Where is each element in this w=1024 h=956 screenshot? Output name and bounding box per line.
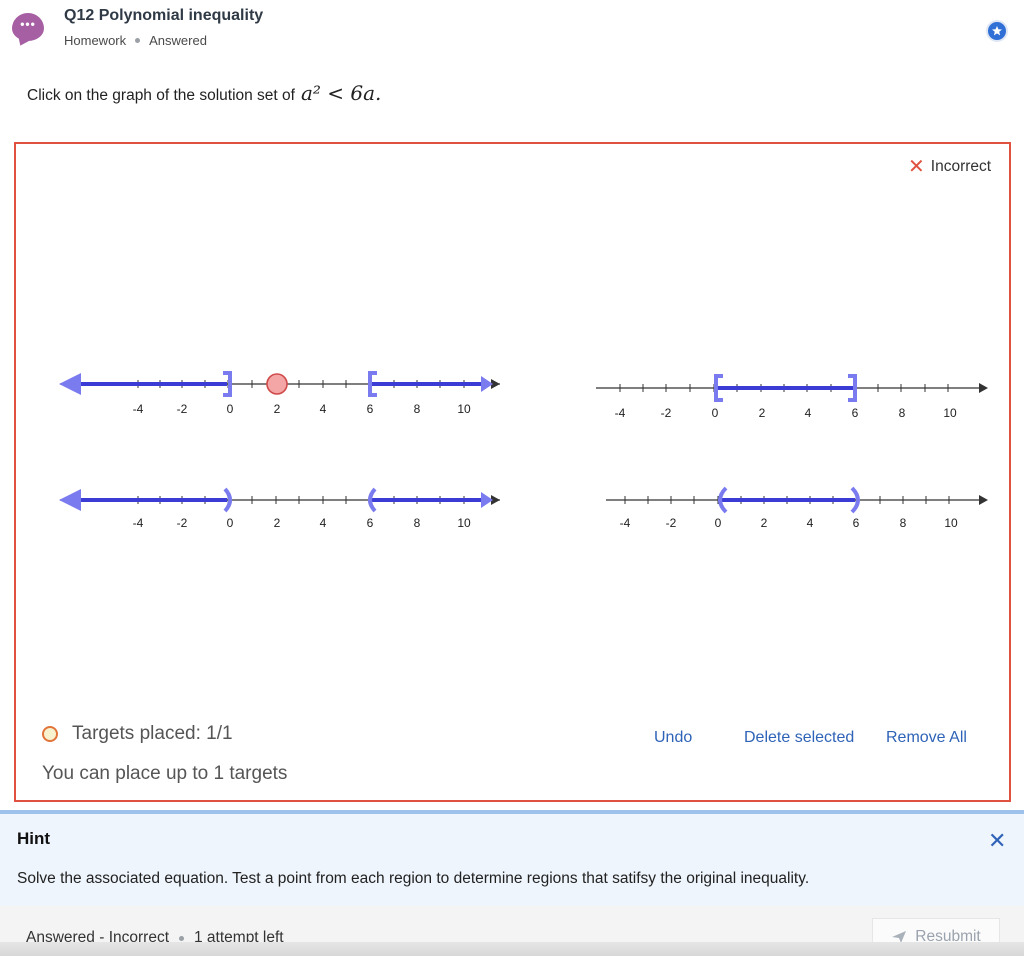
tick-label: -4 <box>619 516 631 530</box>
tick-label: 0 <box>226 516 234 530</box>
incorrect-status: ✕ Incorrect <box>908 156 992 178</box>
tick-label: 8 <box>413 516 421 530</box>
graph-option-a[interactable]: -4 -2 0 2 4 6 8 10 <box>55 365 505 425</box>
tick-label: 8 <box>898 406 906 420</box>
tick-label: 2 <box>758 406 766 420</box>
tick-label: 4 <box>319 516 327 530</box>
placed-target-marker <box>266 373 288 395</box>
tick-label: -2 <box>176 516 188 530</box>
number-line-c <box>59 487 500 513</box>
tick-label: 4 <box>804 406 812 420</box>
question-prompt: Click on the graph of the solution set o… <box>27 81 381 105</box>
tick-label: 6 <box>366 516 374 530</box>
tick-label: 4 <box>806 516 814 530</box>
tick-label: 2 <box>273 516 281 530</box>
tick-label: 8 <box>413 402 421 416</box>
delete-selected-button[interactable]: Delete selected <box>744 729 854 747</box>
remove-all-button[interactable]: Remove All <box>886 729 967 747</box>
hint-title: Hint <box>17 829 51 848</box>
tick-label: -2 <box>176 402 188 416</box>
question-status: Answered <box>149 33 207 48</box>
number-line-b <box>596 374 988 402</box>
question-text: Click on the graph of the solution set o… <box>27 87 295 104</box>
targets-placed-text: Targets placed: 1/1 <box>72 723 233 744</box>
tick-label: 0 <box>714 516 722 530</box>
tick-label: -2 <box>660 406 672 420</box>
tick-label: 2 <box>273 402 281 416</box>
question-math: a² < 6a. <box>300 81 382 105</box>
number-line-d <box>606 486 988 514</box>
close-hint-icon[interactable]: ✕ <box>988 830 1006 852</box>
graph-option-c[interactable]: -4 -2 0 2 4 6 8 10 <box>55 481 505 541</box>
targets-limit-text: You can place up to 1 targets <box>42 763 288 784</box>
tick-label: -4 <box>614 406 626 420</box>
favorite-star-button[interactable] <box>986 20 1008 42</box>
tick-label: -2 <box>665 516 677 530</box>
chat-bubble-icon: ••• <box>12 13 44 41</box>
tick-label: 10 <box>457 402 471 416</box>
question-type: Homework <box>64 33 127 48</box>
targets-status: Targets placed: 1/1 <box>42 723 233 745</box>
tick-label: 10 <box>457 516 471 530</box>
tick-label: -4 <box>132 516 144 530</box>
question-title: Q12 Polynomial inequality <box>64 7 264 24</box>
page-bottom-edge <box>0 942 1024 956</box>
incorrect-label: Incorrect <box>930 158 992 175</box>
hint-text: Solve the associated equation. Test a po… <box>17 870 810 887</box>
undo-button[interactable]: Undo <box>654 729 692 747</box>
tick-label: 6 <box>852 516 860 530</box>
tick-label: 6 <box>851 406 859 420</box>
tick-label: 4 <box>319 402 327 416</box>
number-line-a <box>59 371 500 397</box>
tick-label: 0 <box>226 402 234 416</box>
question-meta: Homework Answered <box>64 33 207 48</box>
tick-label: 2 <box>760 516 768 530</box>
graph-option-d[interactable]: -4 -2 0 2 4 6 8 10 <box>592 481 992 541</box>
tick-label: 10 <box>944 516 958 530</box>
tick-label: -4 <box>132 402 144 416</box>
graph-selection-area <box>14 142 1011 802</box>
target-circle-icon <box>42 726 58 742</box>
star-icon <box>992 26 1002 36</box>
tick-label: 10 <box>943 406 957 420</box>
hint-panel <box>0 810 1024 906</box>
tick-label: 8 <box>899 516 907 530</box>
separator-dot <box>135 38 141 43</box>
separator-dot <box>179 935 184 941</box>
tick-label: 6 <box>366 402 374 416</box>
x-icon: ✕ <box>908 156 925 178</box>
graph-option-b[interactable]: -4 -2 0 2 4 6 8 10 <box>592 369 992 429</box>
tick-label: 0 <box>711 406 719 420</box>
